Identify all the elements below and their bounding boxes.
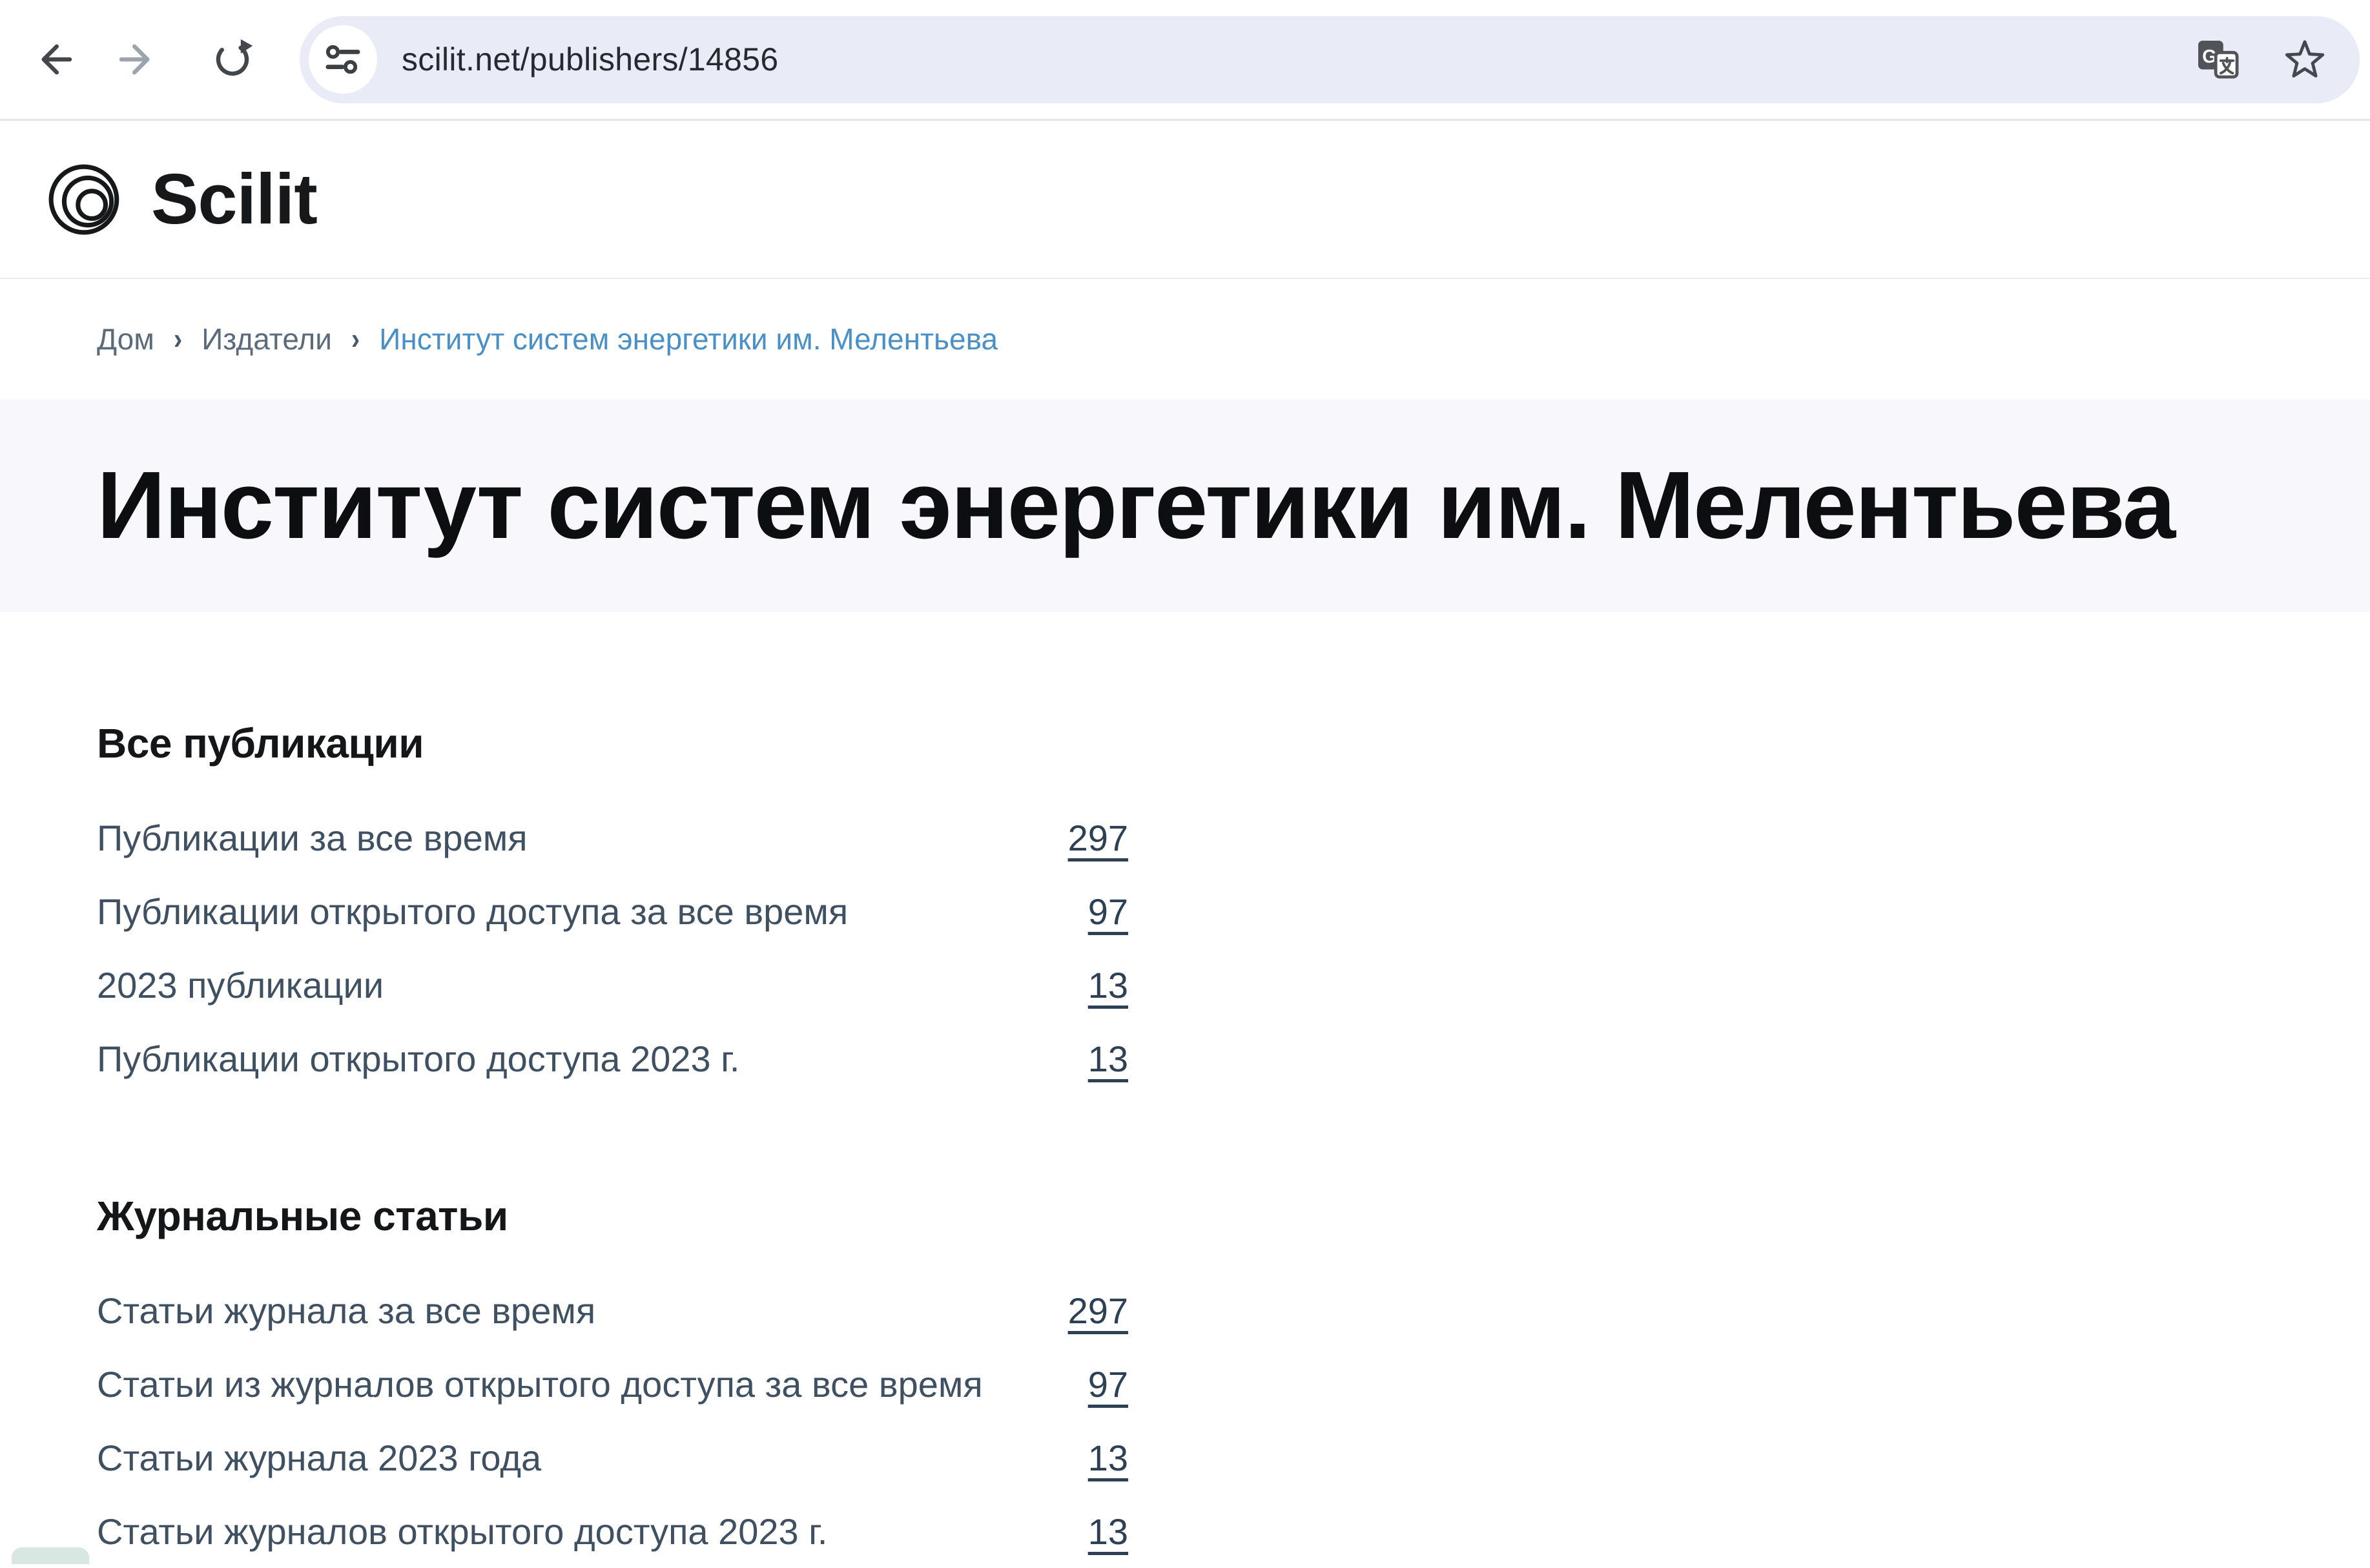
stat-row: Статьи из журналов открытого доступа за …: [97, 1347, 1128, 1421]
tune-icon: [324, 42, 362, 77]
stat-label: Статьи журнала 2023 года: [97, 1437, 541, 1479]
title-band: Институт систем энергетики им. Мелентьев…: [0, 399, 2370, 612]
site-header: Scilit: [0, 121, 2370, 279]
reload-button[interactable]: [201, 28, 263, 90]
page-title: Институт систем энергетики им. Мелентьев…: [97, 451, 2174, 561]
breadcrumb-publishers-link[interactable]: Издатели: [201, 322, 332, 356]
stat-label: Статьи журнала за все время: [97, 1290, 595, 1332]
forward-icon: [114, 38, 157, 81]
stat-row: Статьи журналов открытого доступа 2023 г…: [97, 1494, 1128, 1568]
stat-label: Статьи из журналов открытого доступа за …: [97, 1363, 983, 1405]
chat-widget[interactable]: [12, 1547, 89, 1564]
stat-row: 2023 публикации 13: [97, 948, 1128, 1022]
back-button[interactable]: [25, 28, 87, 90]
stat-label: Статьи журналов открытого доступа 2023 г…: [97, 1511, 827, 1553]
reload-icon: [211, 38, 254, 81]
browser-toolbar: scilit.net/publishers/14856 G: [0, 0, 2370, 121]
translate-icon[interactable]: G: [2197, 39, 2240, 79]
stat-value-link[interactable]: 13: [1088, 1437, 1128, 1479]
scilit-logo-icon[interactable]: [46, 160, 125, 239]
stat-value-link[interactable]: 97: [1088, 1363, 1128, 1405]
star-icon[interactable]: [2282, 37, 2327, 82]
breadcrumb-home-link[interactable]: Дом: [97, 322, 154, 356]
chevron-right-icon: ›: [174, 322, 182, 356]
section-heading-all-publications: Все публикации: [97, 612, 2370, 767]
breadcrumb-current-item[interactable]: Институт систем энергетики им. Мелентьев…: [379, 322, 998, 356]
stat-value-link[interactable]: 13: [1088, 1038, 1128, 1080]
stat-row: Публикации открытого доступа за все врем…: [97, 874, 1128, 948]
breadcrumb: Дом › Издатели › Институт систем энергет…: [0, 279, 2370, 399]
forward-button[interactable]: [105, 28, 167, 90]
stat-label: 2023 публикации: [97, 964, 384, 1006]
stat-row: Статьи журнала за все время 297: [97, 1274, 1128, 1347]
stat-label: Публикации открытого доступа за все врем…: [97, 891, 848, 933]
url-bar[interactable]: scilit.net/publishers/14856 G: [300, 16, 2360, 103]
section-heading-journal-articles: Журнальные статьи: [97, 1095, 2370, 1240]
stats-list: Публикации за все время 297 Публикации о…: [97, 801, 1128, 1095]
stat-row: Публикации за все время 297: [97, 801, 1128, 874]
brand-name[interactable]: Scilit: [151, 158, 317, 240]
publisher-stats: Все публикации Публикации за все время 2…: [0, 612, 2370, 1568]
stat-value-link[interactable]: 13: [1088, 1511, 1128, 1553]
stat-value-link[interactable]: 297: [1068, 817, 1128, 859]
stats-list: Статьи журнала за все время 297 Статьи и…: [97, 1274, 1128, 1568]
url-text: scilit.net/publishers/14856: [402, 41, 778, 78]
stat-value-link[interactable]: 97: [1088, 891, 1128, 933]
stat-value-link[interactable]: 297: [1068, 1290, 1128, 1332]
stat-row: Публикации открытого доступа 2023 г. 13: [97, 1022, 1128, 1095]
stat-value-link[interactable]: 13: [1088, 964, 1128, 1006]
chevron-right-icon: ›: [351, 322, 360, 356]
stat-row: Статьи журнала 2023 года 13: [97, 1421, 1128, 1494]
stat-label: Публикации открытого доступа 2023 г.: [97, 1038, 739, 1080]
stat-label: Публикации за все время: [97, 817, 528, 859]
site-settings-button[interactable]: [309, 25, 377, 94]
back-icon: [34, 38, 77, 81]
